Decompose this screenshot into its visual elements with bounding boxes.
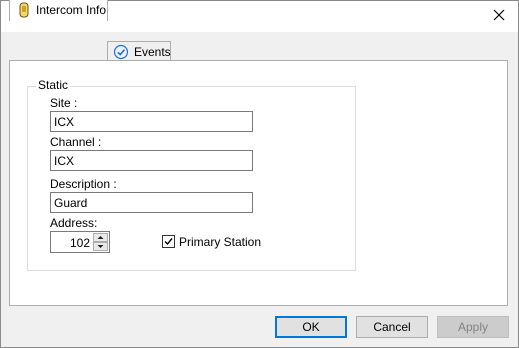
spin-down-button[interactable] [93,242,108,251]
close-icon[interactable] [490,6,508,24]
site-field[interactable]: ICX [50,111,253,132]
intercom-handset-icon [16,2,32,18]
static-group-legend: Static [36,78,71,92]
tab-events[interactable]: Events [107,41,171,61]
channel-field[interactable]: ICX [50,150,253,171]
cancel-button[interactable]: Cancel [356,316,428,338]
primary-station-label[interactable]: Primary Station [179,235,261,249]
address-label: Address: [50,216,98,230]
address-value: 102 [69,236,90,250]
primary-station-checkbox[interactable] [162,235,175,248]
description-value: Guard [54,196,88,210]
site-label: Site : [50,96,78,110]
tab-intercom-info[interactable]: Intercom Info [9,0,108,21]
apply-button[interactable]: Apply [437,316,509,338]
tab-events-label: Events [134,45,171,59]
channel-label: Channel : [50,135,102,149]
channel-value: ICX [54,154,75,168]
address-stepper[interactable]: 102 [50,231,110,253]
site-value: ICX [54,115,75,129]
check-circle-icon [113,44,129,60]
tab-intercom-info-label: Intercom Info [36,3,107,17]
description-field[interactable]: Guard [50,192,253,213]
ok-button[interactable]: OK [275,316,347,338]
spin-up-button[interactable] [93,233,108,242]
description-label: Description : [50,177,117,191]
checkmark-icon [164,238,173,246]
